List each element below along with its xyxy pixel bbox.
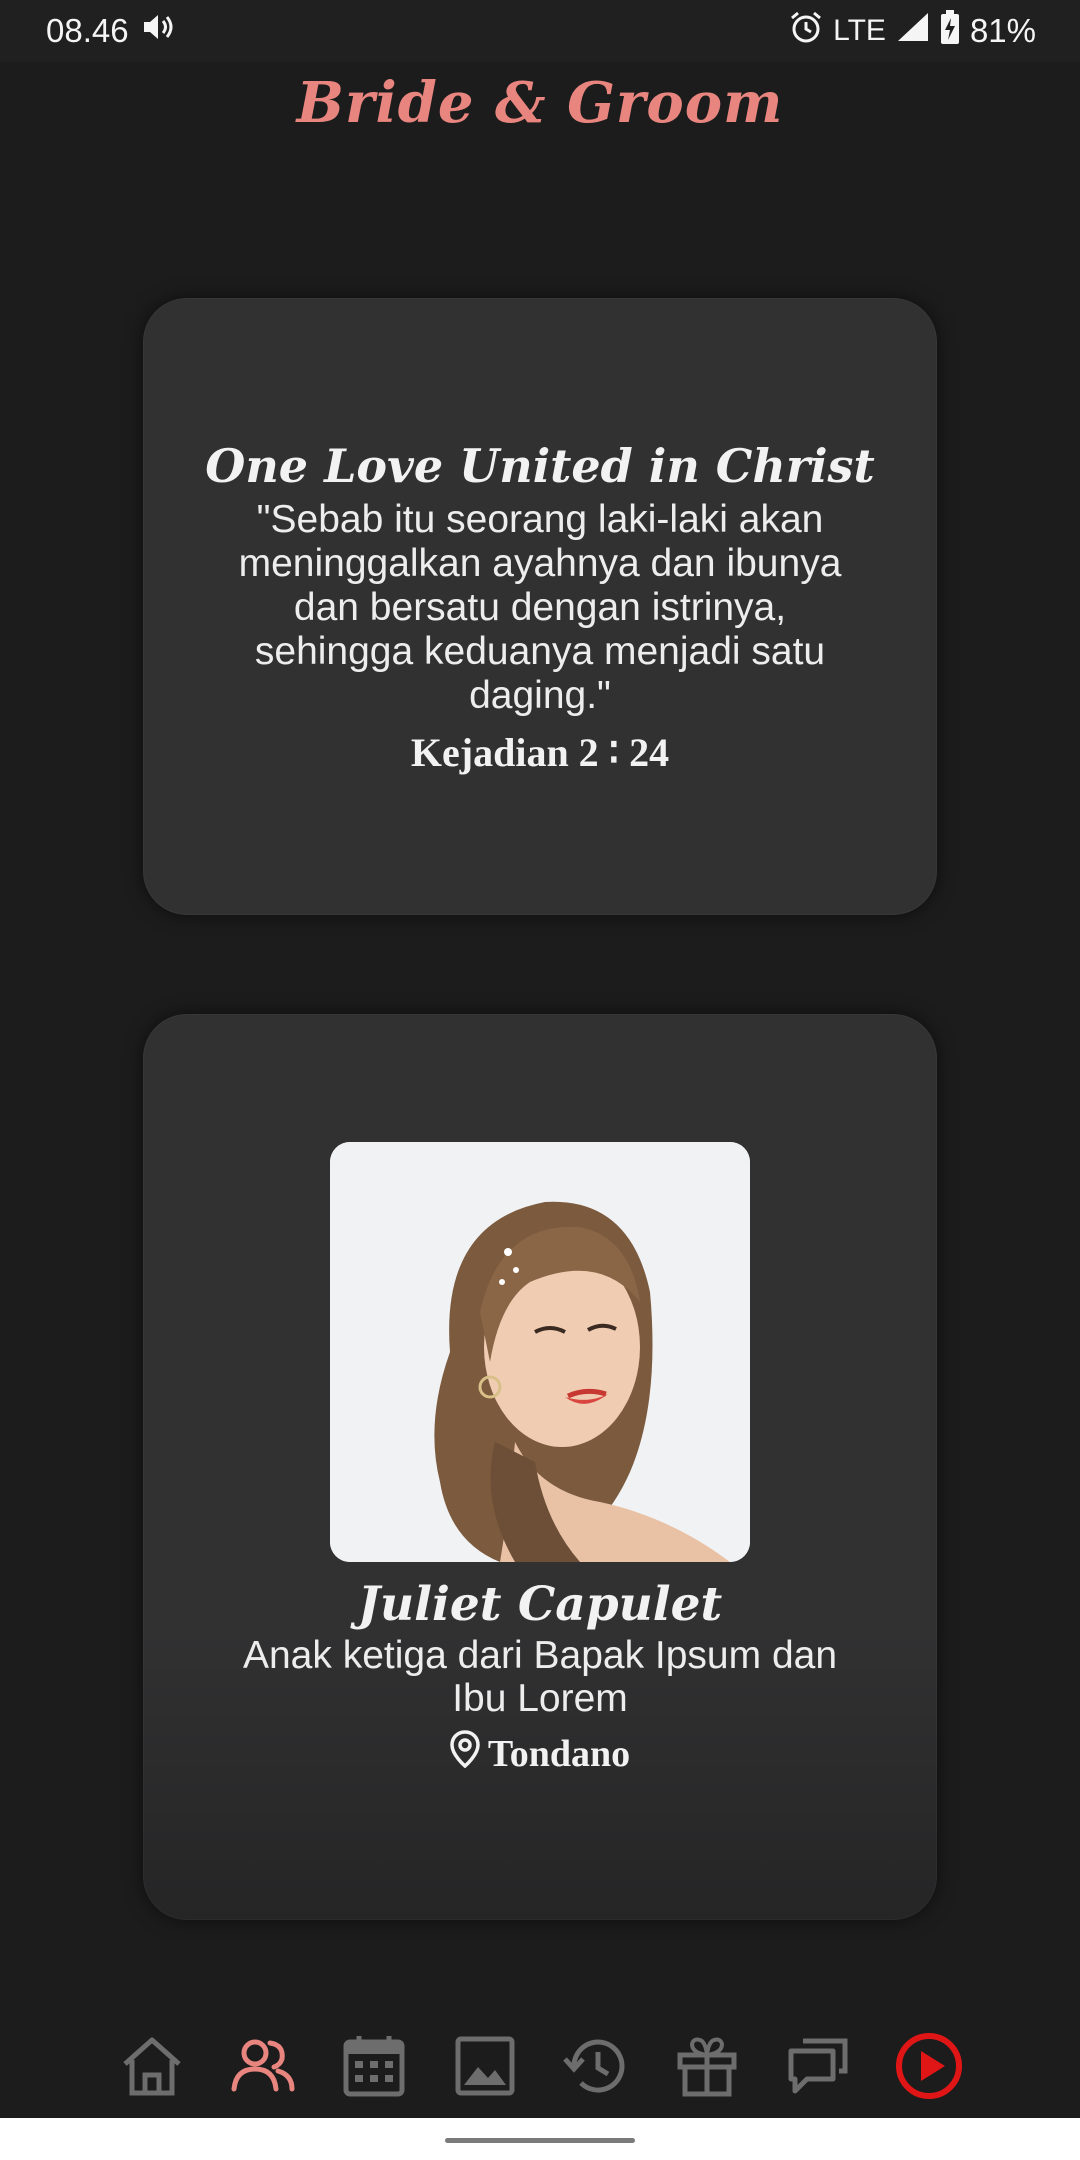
verse-card: One Love United in Christ "Sebab itu seo… [143, 298, 937, 915]
nav-couple[interactable] [221, 2024, 305, 2108]
bride-photo [330, 1142, 750, 1562]
calendar-icon [343, 2036, 404, 2097]
alarm-icon [789, 10, 823, 52]
location-pin-icon [450, 1730, 480, 1778]
gallery-icon [455, 2036, 514, 2096]
battery-charging-icon [940, 10, 960, 52]
nav-gallery[interactable] [443, 2024, 527, 2108]
play-music-button[interactable] [887, 2024, 971, 2108]
bottom-nav [0, 2010, 1080, 2122]
status-time: 08.46 [46, 12, 129, 49]
verse-reference: Kejadian 2 ∶ 24 [410, 730, 670, 775]
bride-location: Tondano [450, 1730, 630, 1778]
bride-name: Juliet Capulet [357, 1577, 723, 1632]
nav-chat[interactable] [776, 2024, 860, 2108]
history-icon [562, 2039, 624, 2093]
page-title: Bride & Groom [296, 70, 784, 136]
nav-history[interactable] [554, 2024, 638, 2108]
home-gesture-handle[interactable] [445, 2138, 635, 2143]
status-bar: 08.46 LTE 81% [0, 0, 1080, 62]
chat-icon [788, 2038, 847, 2094]
gesture-bar [0, 2118, 1080, 2160]
signal-icon [896, 11, 930, 51]
nav-calendar[interactable] [332, 2024, 416, 2108]
nav-home[interactable] [110, 2024, 194, 2108]
bride-location-label: Tondano [487, 1733, 631, 1775]
battery-level: 81% [969, 12, 1036, 49]
volume-icon [141, 12, 175, 50]
bride-description: Anak ketiga dari Bapak Ipsum dan Ibu Lor… [242, 1634, 838, 1720]
verse-text: "Sebab itu seorang laki-laki akan mening… [238, 498, 842, 717]
network-type: LTE [833, 14, 886, 47]
play-music-icon [895, 2033, 962, 2099]
couple-icon [231, 2039, 294, 2092]
status-right: LTE 81% [789, 10, 1036, 52]
bride-card: Juliet Capulet Anak ketiga dari Bapak Ip… [143, 1014, 937, 1920]
verse-title: One Love United in Christ [205, 439, 875, 493]
status-left: 08.46 [46, 12, 175, 50]
nav-gift[interactable] [665, 2024, 749, 2108]
home-icon [122, 2037, 181, 2096]
gift-icon [677, 2037, 736, 2097]
